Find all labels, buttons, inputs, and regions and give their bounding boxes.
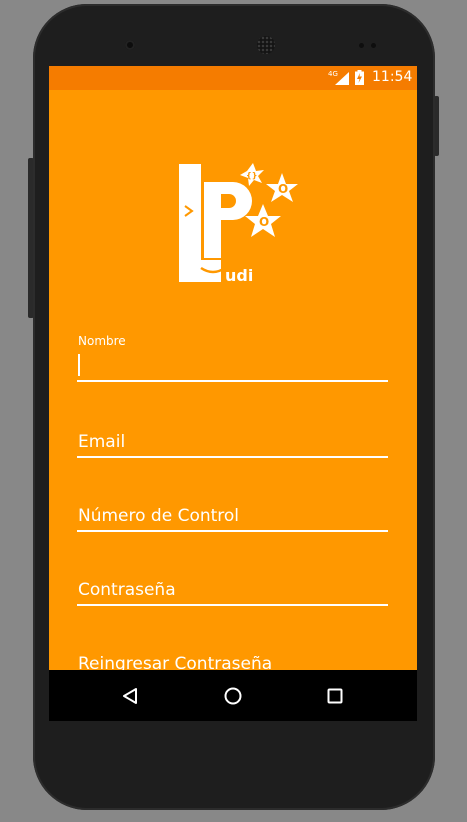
recents-square-icon xyxy=(327,688,343,703)
email-input[interactable] xyxy=(77,428,388,458)
svg-text:udi: udi xyxy=(225,266,253,285)
app-logo: {} O O udi xyxy=(175,160,305,290)
password-field[interactable] xyxy=(77,576,388,606)
front-camera xyxy=(125,40,135,50)
clock: 11:54 xyxy=(372,69,413,85)
navigation-bar xyxy=(49,670,417,721)
recents-button[interactable] xyxy=(305,670,365,721)
svg-text:O: O xyxy=(259,215,269,229)
password-input[interactable] xyxy=(77,576,388,606)
name-field[interactable]: Nombre xyxy=(77,334,388,384)
status-bar: 4G 11:54 xyxy=(49,66,417,90)
control-number-input[interactable] xyxy=(77,502,388,532)
svg-text:O: O xyxy=(278,182,288,196)
text-cursor xyxy=(78,354,80,376)
home-button[interactable] xyxy=(203,670,263,721)
svg-text:{}: {} xyxy=(246,171,257,180)
earpiece-speaker xyxy=(257,36,275,54)
name-label: Nombre xyxy=(78,334,126,348)
name-input[interactable] xyxy=(77,352,388,382)
email-field[interactable] xyxy=(77,428,388,458)
home-circle-icon xyxy=(224,687,242,704)
battery-charging-icon xyxy=(355,70,364,89)
signal-icon xyxy=(335,72,349,89)
app-screen: 4G 11:54 {} O O udi Nombre Email Número … xyxy=(49,66,417,721)
control-number-field[interactable] xyxy=(77,502,388,532)
back-triangle-icon xyxy=(123,687,137,704)
light-sensor xyxy=(371,43,376,48)
proximity-sensor xyxy=(359,43,364,48)
back-button[interactable] xyxy=(100,670,160,721)
